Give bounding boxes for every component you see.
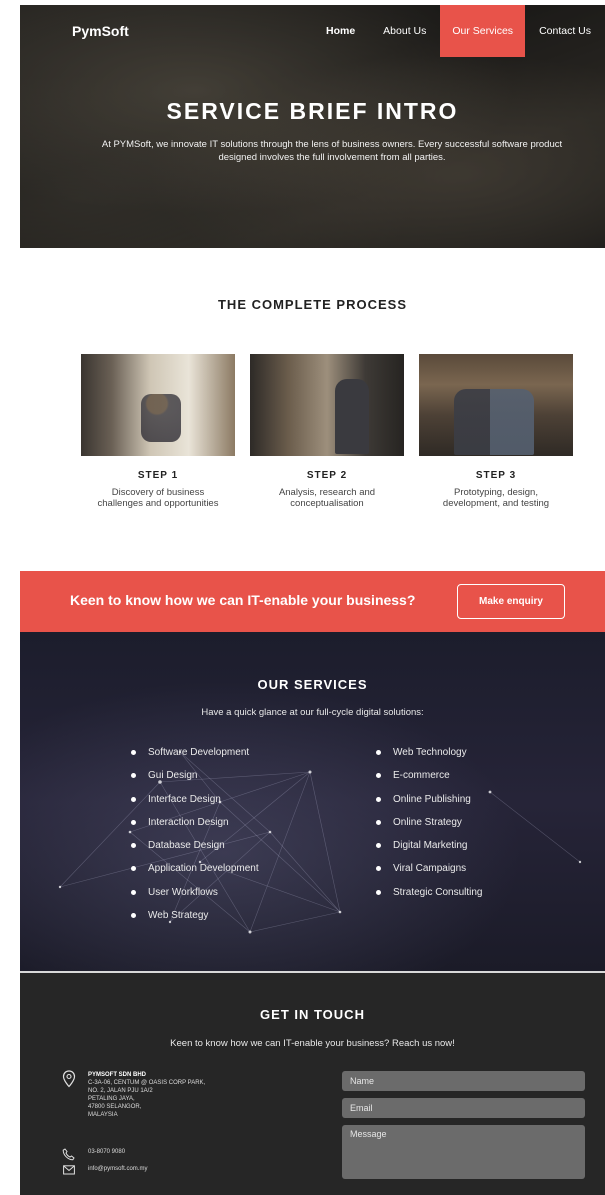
hero-section: PymSoft Home About Us Our Services Conta… — [20, 5, 605, 248]
service-item: Database Design — [131, 840, 259, 863]
service-item: Gui Design — [131, 770, 259, 793]
step-card-3: STEP 3 Prototyping, design, development,… — [419, 354, 573, 509]
step-3-image — [419, 354, 573, 456]
nav-about-us[interactable]: About Us — [369, 5, 440, 57]
step-3-desc: Prototyping, design, development, and te… — [442, 487, 550, 509]
address-line: MALAYSIA — [88, 1112, 118, 1118]
hero-text: At PYMSoft, we innovate IT solutions thr… — [101, 139, 563, 163]
contact-phone[interactable]: 03-8070 9080 — [88, 1149, 125, 1155]
service-item: Interface Design — [131, 794, 259, 817]
step-1-image — [81, 354, 235, 456]
step-2-image — [250, 354, 404, 456]
service-item: Strategic Consulting — [376, 887, 483, 910]
company-name: PYMSOFT SDN BHD — [88, 1072, 147, 1078]
company-address: PYMSOFT SDN BHD C-3A-06, CENTUM @ OASIS … — [88, 1071, 268, 1119]
step-card-2: STEP 2 Analysis, research and conceptual… — [250, 354, 404, 509]
service-item: Viral Campaigns — [376, 863, 483, 886]
service-item: Online Strategy — [376, 817, 483, 840]
services-section: OUR SERVICES Have a quick glance at our … — [20, 632, 605, 971]
nav-home[interactable]: Home — [312, 5, 369, 57]
make-enquiry-button[interactable]: Make enquiry — [457, 584, 565, 619]
process-title: THE COMPLETE PROCESS — [217, 297, 408, 312]
service-item: User Workflows — [131, 887, 259, 910]
service-item: Online Publishing — [376, 794, 483, 817]
contact-title: GET IN TOUCH — [260, 1007, 365, 1022]
address-line: 47800 SELANGOR, — [88, 1104, 142, 1110]
service-item: E-commerce — [376, 770, 483, 793]
service-item: Digital Marketing — [376, 840, 483, 863]
phone-icon — [62, 1148, 75, 1161]
service-item: Web Technology — [376, 747, 483, 770]
nav-contact-us[interactable]: Contact Us — [525, 5, 605, 57]
hero-title: SERVICE BRIEF INTRO — [166, 98, 459, 124]
cta-text: Keen to know how we can IT-enable your b… — [70, 592, 416, 608]
service-item: Interaction Design — [131, 817, 259, 840]
service-item: Software Development — [131, 747, 259, 770]
address-line: PETALING JAYA, — [88, 1096, 135, 1102]
step-1-desc: Discovery of business challenges and opp… — [97, 487, 219, 509]
nav-our-services[interactable]: Our Services — [440, 5, 526, 57]
service-item: Application Development — [131, 863, 259, 886]
address-line: C-3A-06, CENTUM @ OASIS CORP PARK, — [88, 1080, 206, 1086]
contact-section: GET IN TOUCH Keen to know how we can IT-… — [20, 973, 605, 1195]
email-field[interactable] — [342, 1098, 585, 1118]
address-line: NO. 2, JALAN PJU 1A/2 — [88, 1088, 153, 1094]
services-subtitle: Have a quick glance at our full-cycle di… — [201, 707, 424, 718]
step-3-label: STEP 3 — [475, 470, 517, 481]
process-section: THE COMPLETE PROCESS STEP 1 Discovery of… — [20, 248, 605, 571]
services-title: OUR SERVICES — [257, 677, 368, 692]
services-list-right: Web Technology E-commerce Online Publish… — [376, 747, 483, 910]
step-2-desc: Analysis, research and conceptualisation — [278, 487, 376, 509]
page: PymSoft Home About Us Our Services Conta… — [20, 5, 605, 1195]
location-pin-icon — [62, 1070, 76, 1088]
message-field[interactable] — [342, 1125, 585, 1179]
site-logo[interactable]: PymSoft — [72, 23, 129, 39]
service-item: Web Strategy — [131, 910, 259, 933]
main-nav: Home About Us Our Services Contact Us — [312, 5, 605, 57]
name-field[interactable] — [342, 1071, 585, 1091]
contact-subtitle: Keen to know how we can IT-enable your b… — [170, 1038, 455, 1049]
mail-icon — [63, 1165, 75, 1175]
step-card-1: STEP 1 Discovery of business challenges … — [81, 354, 235, 509]
services-list-left: Software Development Gui Design Interfac… — [131, 747, 259, 933]
cta-banner: Keen to know how we can IT-enable your b… — [20, 571, 605, 632]
contact-email[interactable]: info@pymsoft.com.my — [88, 1166, 147, 1172]
step-2-label: STEP 2 — [306, 470, 348, 481]
step-1-label: STEP 1 — [137, 470, 179, 481]
